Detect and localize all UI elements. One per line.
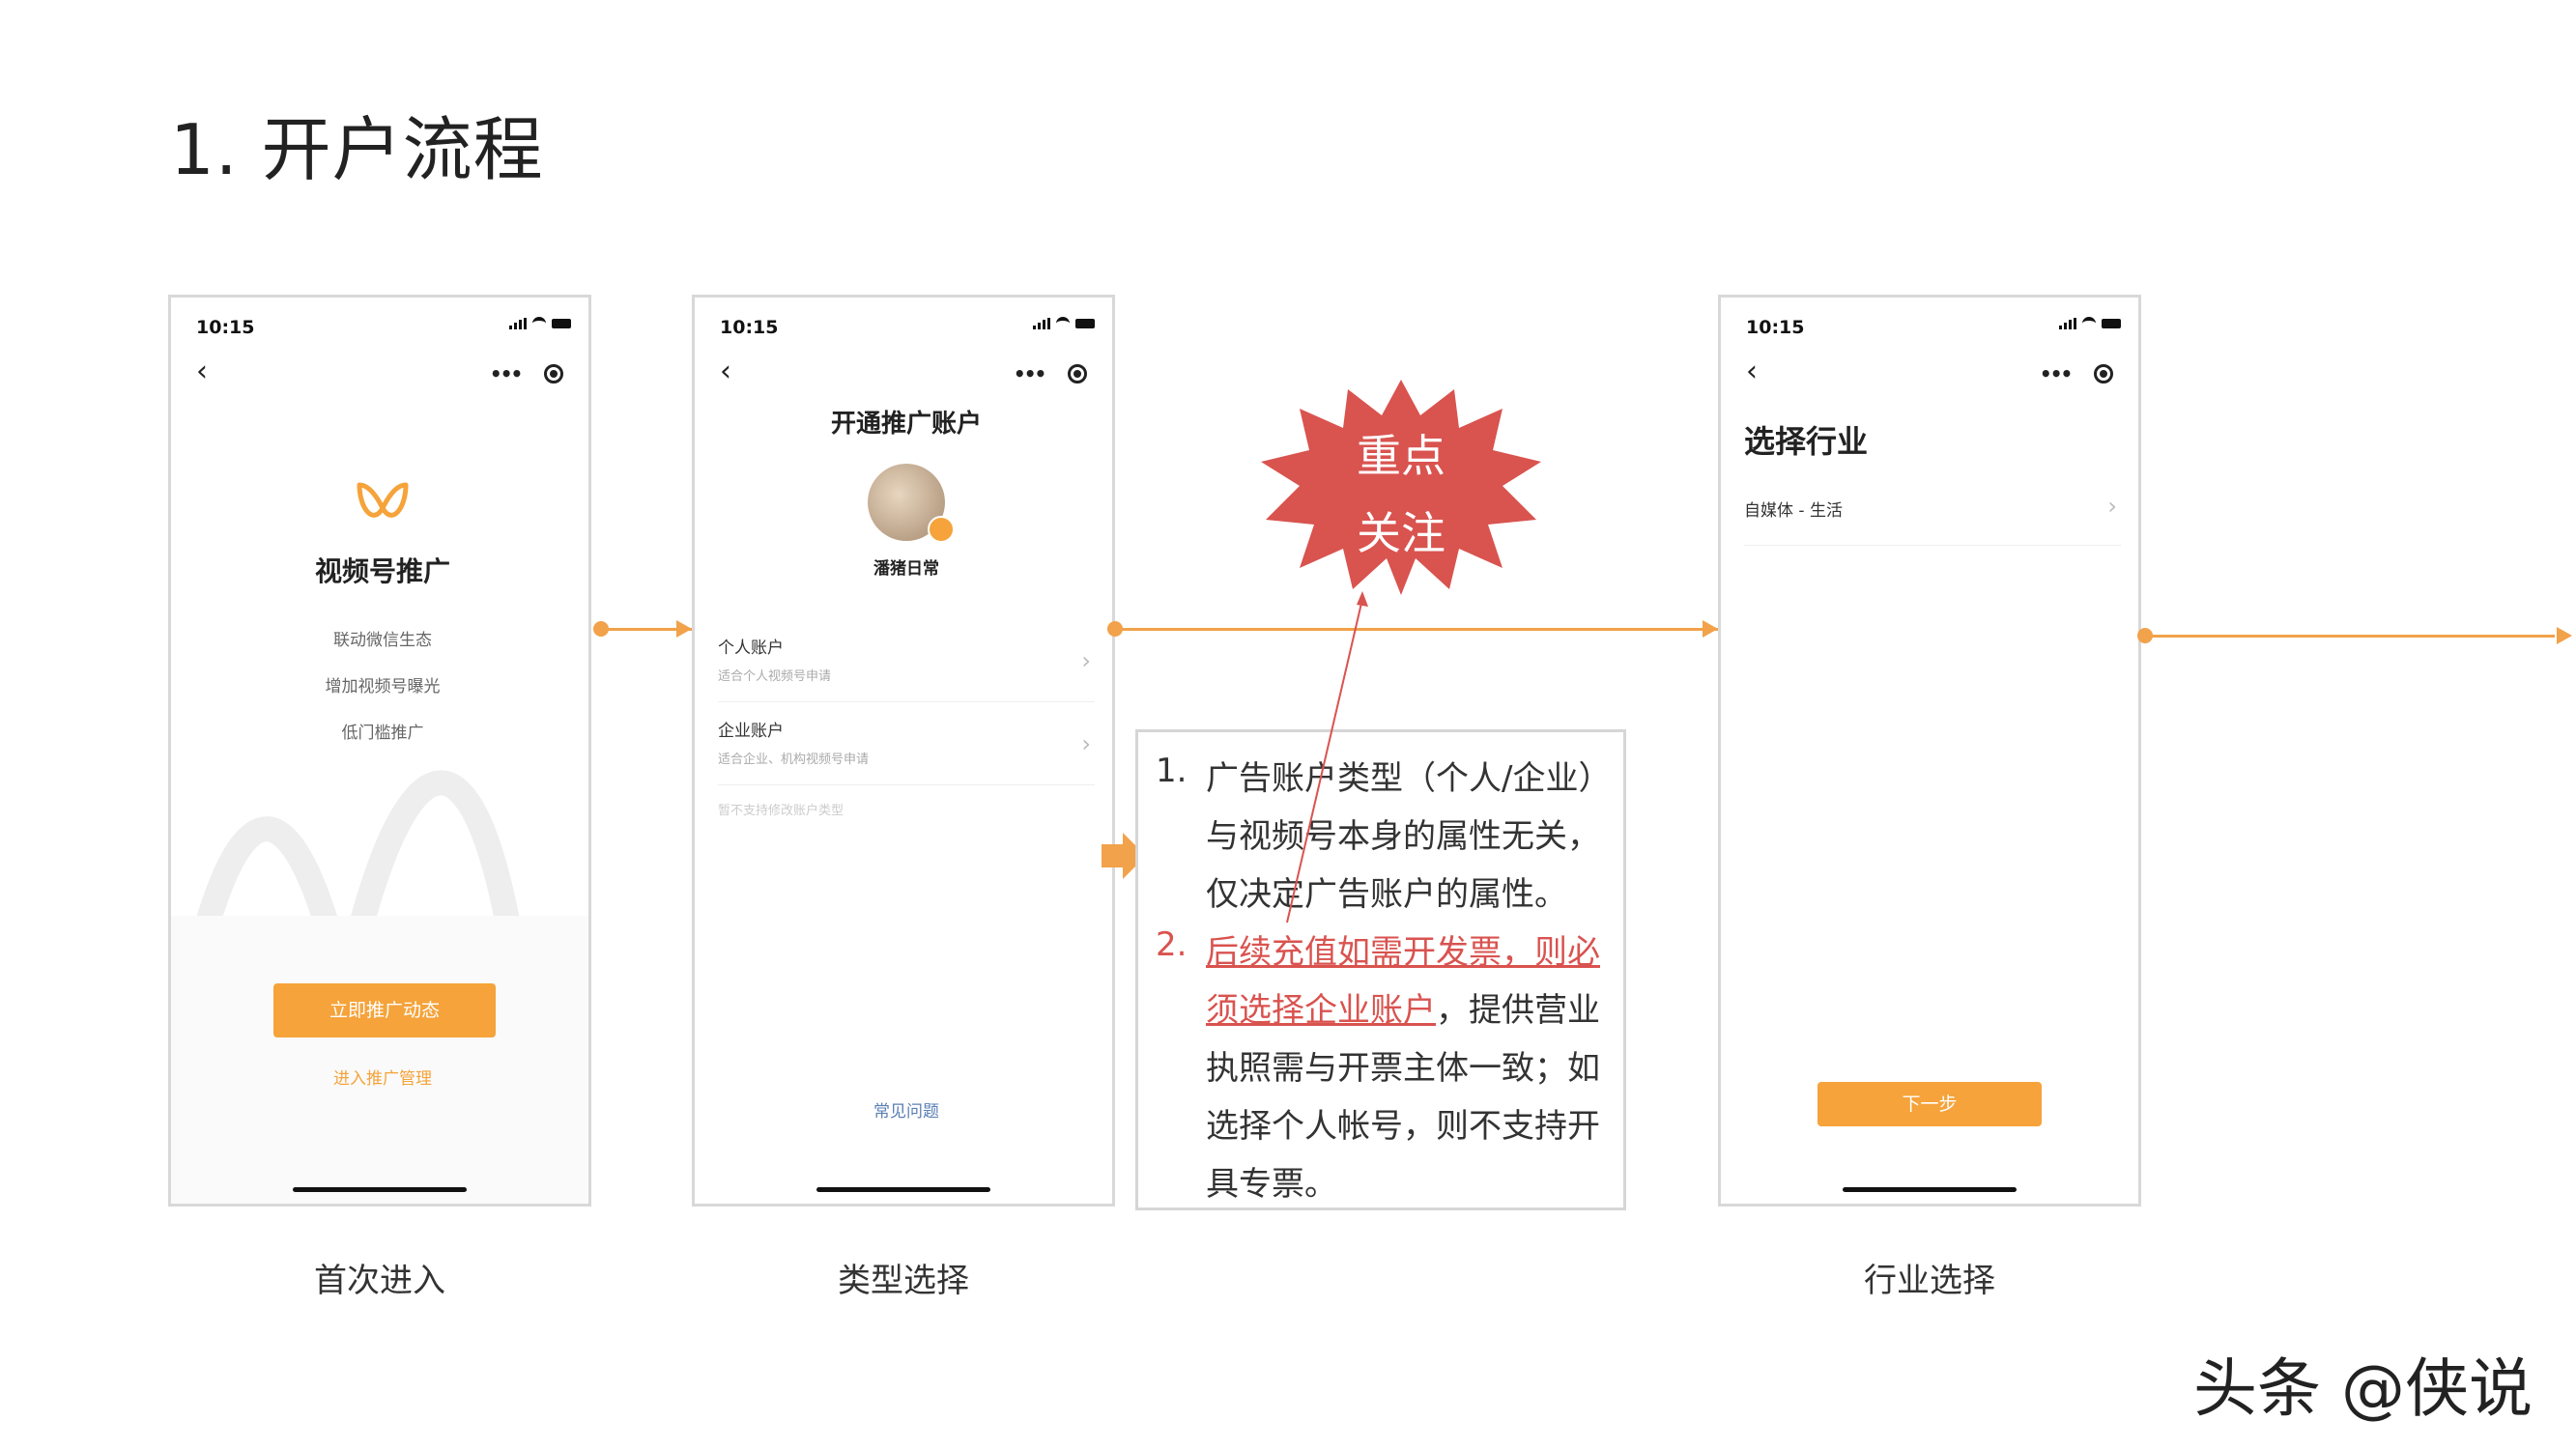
next-button[interactable]: 下一步 <box>1818 1082 2042 1126</box>
back-icon[interactable]: ‹ <box>196 357 208 386</box>
close-target-icon[interactable] <box>2094 364 2114 384</box>
feature-2: 增加视频号曝光 <box>325 677 441 696</box>
more-icon[interactable]: ••• <box>1014 362 1046 385</box>
industry-row[interactable]: 自媒体 - 生活 › <box>1744 493 2121 546</box>
note-2-highlight: 须选择企业账户 <box>1206 991 1436 1030</box>
back-icon[interactable]: ‹ <box>720 357 731 386</box>
option-label: 企业账户 <box>718 722 784 741</box>
type-hint: 暂不支持修改账户类型 <box>718 804 844 818</box>
feature-1: 联动微信生态 <box>333 631 432 650</box>
capsule-menu[interactable]: ••• <box>478 355 575 392</box>
home-indicator <box>816 1187 990 1192</box>
arrowhead-icon <box>676 620 692 638</box>
page-heading: 选择行业 <box>1744 423 1869 460</box>
status-time: 10:15 <box>196 317 255 338</box>
burst-line-1: 重点 <box>1357 430 1445 482</box>
bottom-panel <box>171 916 588 1204</box>
faq-link[interactable]: 常见问题 <box>695 1097 1112 1122</box>
close-target-icon[interactable] <box>1068 364 1088 384</box>
back-icon[interactable]: ‹ <box>1746 357 1758 386</box>
note-2-line-3: 执照需与开票主体一致；如 <box>1206 1049 1600 1088</box>
wifi-icon <box>532 317 546 330</box>
starburst-callout-icon <box>1261 380 1541 595</box>
caption-first-entry: 首次进入 <box>314 1262 445 1300</box>
feature-3: 低门槛推广 <box>341 724 424 743</box>
battery-icon <box>2102 319 2121 328</box>
promotion-manage-link[interactable]: 进入推广管理 <box>171 1065 588 1089</box>
note-1-line-3: 仅决定广告账户的属性。 <box>1206 875 1567 914</box>
note-1-line-2: 与视频号本身的属性无关， <box>1206 817 1600 856</box>
battery-icon <box>1075 319 1095 328</box>
phone-type-selection: 10:15 ‹ ••• 开通推广账户 潘猪日常 个人账户 适合个人视频号申请 ›… <box>692 295 1115 1207</box>
close-target-icon[interactable] <box>544 364 564 384</box>
signal-icon <box>2059 318 2076 329</box>
phone-first-entry: 10:15 ‹ ••• 视频号推广 联动微信生态 增加视频号曝光 低门槛推广 立… <box>168 295 591 1207</box>
page-title: 1. 开户流程 <box>170 109 544 190</box>
home-indicator <box>1843 1187 2017 1192</box>
brand-name: 视频号推广 <box>314 555 450 587</box>
channels-logo-icon <box>357 482 409 518</box>
phone-industry-selection: 10:15 ‹ ••• 选择行业 自媒体 - 生活 › 下一步 <box>1718 295 2141 1207</box>
chevron-right-icon: › <box>1081 730 1091 757</box>
note-1-line-1: 广告账户类型（个人/企业） <box>1206 759 1612 798</box>
chevron-right-icon: › <box>1081 647 1091 674</box>
option-label: 个人账户 <box>718 639 784 658</box>
status-icons <box>1033 317 1095 330</box>
more-icon[interactable]: ••• <box>490 362 523 385</box>
wifi-icon <box>2082 317 2096 330</box>
page-heading: 开通推广账户 <box>830 410 982 439</box>
pointer-line-icon <box>1286 591 1368 923</box>
capsule-menu[interactable]: ••• <box>2028 355 2125 392</box>
note-1-number: 1. <box>1156 752 1188 790</box>
note-2-rest: ，提供营业 <box>1436 991 1600 1030</box>
option-enterprise[interactable]: 企业账户 适合企业、机构视频号申请 › <box>718 717 1095 785</box>
option-desc: 适合个人视频号申请 <box>718 669 832 684</box>
arrowhead-icon <box>2557 627 2572 644</box>
note-2-line-1: 后续充值如需开发票，则必 <box>1206 933 1600 972</box>
note-2-line-2: 须选择企业账户，提供营业 <box>1206 983 1600 1031</box>
flow-arrow-3 <box>2145 635 2555 638</box>
arrowhead-icon <box>1703 620 1718 638</box>
signal-icon <box>509 318 527 329</box>
status-icons <box>509 317 571 330</box>
username: 潘猪日常 <box>873 559 939 579</box>
option-personal[interactable]: 个人账户 适合个人视频号申请 › <box>718 634 1095 702</box>
notes-box: 1. 广告账户类型（个人/企业） 与视频号本身的属性无关， 仅决定广告账户的属性… <box>1135 729 1626 1210</box>
wifi-icon <box>1056 317 1070 330</box>
burst-line-2: 关注 <box>1357 507 1445 559</box>
caption-type-selection: 类型选择 <box>838 1262 969 1300</box>
channels-badge-icon <box>928 516 955 543</box>
home-indicator <box>293 1187 467 1192</box>
option-desc: 适合企业、机构视频号申请 <box>718 753 870 767</box>
note-2-line-5: 具专票。 <box>1206 1165 1337 1204</box>
watermark: 头条 @侠说 <box>2193 1351 2533 1426</box>
battery-icon <box>552 319 571 328</box>
note-2-line-4: 选择个人帐号，则不支持开 <box>1206 1107 1600 1146</box>
status-time: 10:15 <box>720 317 779 338</box>
status-icons <box>2059 317 2121 330</box>
promote-now-button[interactable]: 立即推广动态 <box>273 983 496 1037</box>
chevron-right-icon: › <box>2107 493 2117 520</box>
industry-value: 自媒体 - 生活 <box>1744 501 1843 521</box>
status-time: 10:15 <box>1746 317 1805 338</box>
more-icon[interactable]: ••• <box>2040 362 2073 385</box>
capsule-menu[interactable]: ••• <box>1002 355 1099 392</box>
caption-industry-selection: 行业选择 <box>1864 1262 1995 1300</box>
signal-icon <box>1033 318 1050 329</box>
note-2-number: 2. <box>1156 925 1188 964</box>
flow-arrow-2 <box>1115 628 1718 631</box>
